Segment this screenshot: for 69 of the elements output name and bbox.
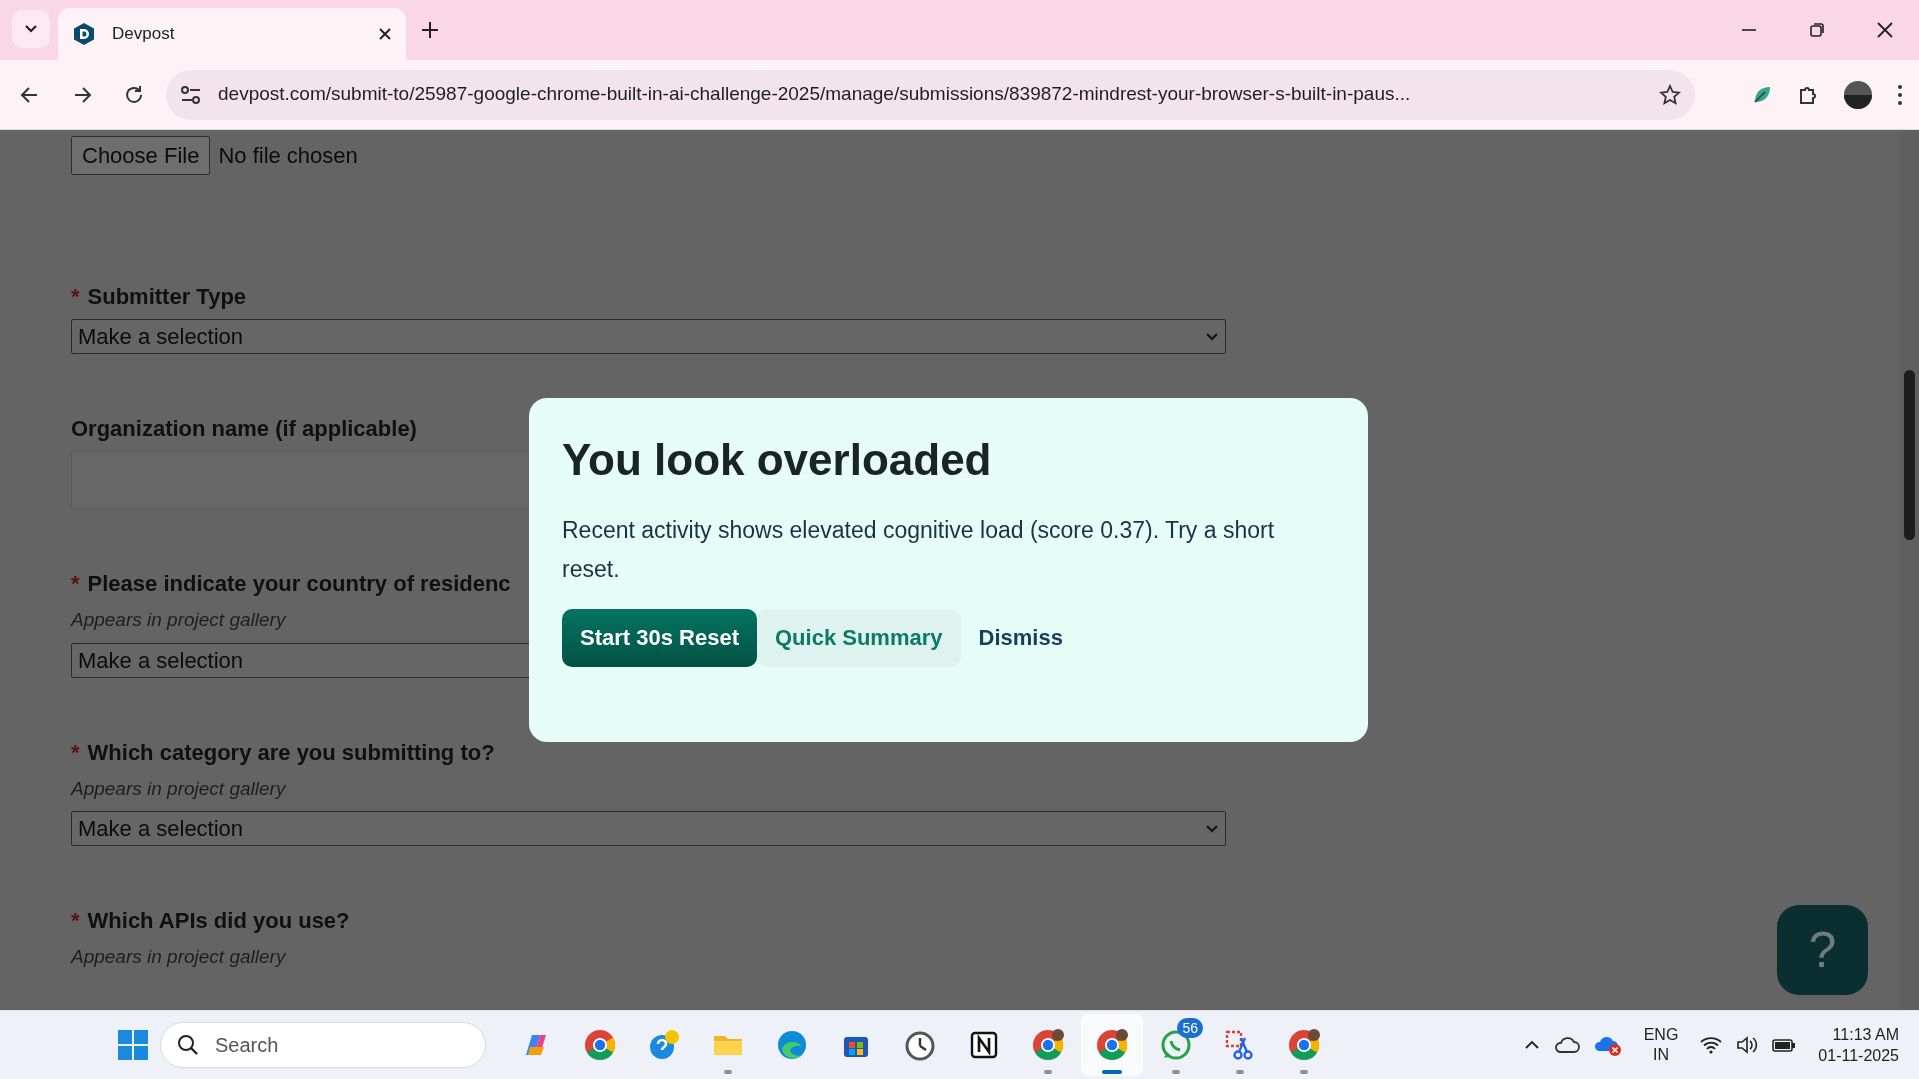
- running-indicator: [1236, 1070, 1244, 1074]
- notification-badge: 56: [1177, 1018, 1203, 1038]
- tab-search-button[interactable]: [12, 10, 50, 48]
- running-indicator: [1102, 1070, 1122, 1074]
- running-indicator: [1300, 1070, 1308, 1074]
- required-marker: *: [71, 907, 80, 935]
- region-code[interactable]: IN: [1643, 1045, 1679, 1065]
- required-marker: *: [71, 570, 80, 598]
- restore-icon[interactable]: [1808, 21, 1826, 39]
- running-indicator: [1172, 1070, 1180, 1074]
- close-icon[interactable]: [1876, 21, 1894, 39]
- field-hint: Appears in project gallery: [71, 776, 288, 801]
- avatar-icon[interactable]: [1843, 79, 1873, 110]
- chevron-down-icon: [24, 24, 38, 34]
- new-tab-icon[interactable]: [421, 21, 439, 39]
- dialog-title: You look overloaded: [562, 434, 993, 486]
- browser-tab[interactable]: Devpost: [58, 8, 406, 60]
- notion-icon: [968, 1029, 1000, 1061]
- search-icon: [177, 1034, 199, 1056]
- running-indicator: [1044, 1070, 1052, 1074]
- clock-date[interactable]: 01-11-2025: [1818, 1045, 1899, 1066]
- required-marker: *: [71, 283, 80, 311]
- star-icon[interactable]: [1659, 83, 1681, 106]
- chrome-icon: [1288, 1029, 1320, 1061]
- dialog-message: Recent activity shows elevated cognitive load (score 0.37). Try a short reset.: [562, 515, 1276, 584]
- chevron-down-icon: [1205, 823, 1219, 834]
- taskbar-app[interactable]: [1081, 1014, 1143, 1076]
- field-hint: Appears in project gallery: [71, 608, 288, 632]
- choose-file-button[interactable]: Choose File: [71, 136, 211, 175]
- summary-button[interactable]: Quick Summary: [757, 608, 961, 667]
- edge-icon: [776, 1029, 808, 1061]
- url-text: devpost.com/submit-to/25987-google-chrome-built-in-ai-challenge-2025/manage/submissions/839872-mindrest-your-browser-s-built-in-paus...: [218, 82, 1412, 107]
- chrome-icon: [1032, 1029, 1064, 1061]
- search-field[interactable]: Search: [160, 1022, 486, 1068]
- chrome-icon: [584, 1029, 616, 1061]
- volume-icon[interactable]: [1736, 1036, 1759, 1054]
- file-status: No file chosen: [218, 142, 358, 170]
- scissors-icon: [1224, 1029, 1256, 1061]
- clock-time[interactable]: 11:13 AM: [1818, 1024, 1899, 1045]
- cloud-icon[interactable]: [1553, 1035, 1580, 1055]
- running-indicator: [724, 1070, 732, 1074]
- chevron-up-icon[interactable]: [1523, 1040, 1540, 1050]
- required-marker: *: [71, 738, 80, 767]
- language-code[interactable]: ENG: [1643, 1025, 1679, 1045]
- reset-button[interactable]: Start 30s Reset: [562, 608, 757, 667]
- chevron-down-icon: [1205, 331, 1219, 342]
- windows-icon[interactable]: [118, 1030, 148, 1060]
- site-logo-icon: [72, 22, 96, 46]
- wifi-icon[interactable]: [1700, 1036, 1723, 1054]
- site-settings-icon[interactable]: [180, 84, 202, 105]
- battery-icon[interactable]: [1772, 1037, 1797, 1053]
- field-label: Which APIs did you use?: [87, 907, 350, 935]
- field-label: Please indicate your country of residenc: [87, 570, 511, 598]
- reload-icon[interactable]: [123, 83, 145, 106]
- scrollbar[interactable]: [1900, 130, 1919, 1010]
- tab-title: Devpost: [112, 23, 176, 46]
- cloud-error-icon[interactable]: [1593, 1034, 1622, 1056]
- menu-icon[interactable]: [1897, 83, 1903, 106]
- field-label: Submitter Type: [87, 283, 247, 311]
- address-bar[interactable]: devpost.com/submit-to/25987-google-chrome-built-in-ai-challenge-2025/manage/submissions/839872-mindrest-your-browser-s-built-in-paus...: [166, 69, 1695, 120]
- clock-icon: [904, 1029, 936, 1061]
- help-icon: [648, 1029, 680, 1061]
- dismiss-button[interactable]: Dismiss: [960, 608, 1081, 667]
- field-hint: Appears in project gallery: [71, 945, 288, 969]
- close-icon[interactable]: [378, 27, 392, 41]
- taskbar-app[interactable]: 56: [1145, 1014, 1207, 1076]
- field-label: Which category are you submitting to?: [87, 738, 495, 767]
- chrome-icon: [1096, 1029, 1128, 1061]
- field-label: Organization name (if applicable): [71, 415, 417, 443]
